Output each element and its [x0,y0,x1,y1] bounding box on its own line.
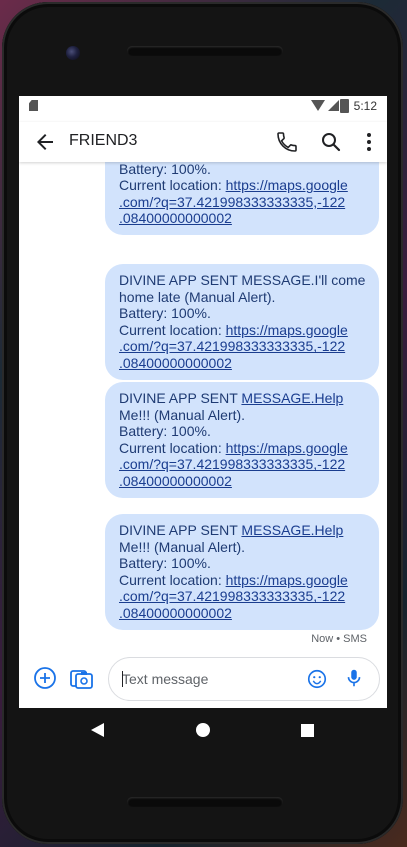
message-line: .com/?q=37.421998333333335,-122 [119,194,365,211]
message-link[interactable]: https://maps.google [226,177,348,193]
message-link[interactable]: MESSAGE.Help [241,390,343,406]
message-text: Me!!! (Manual Alert). [119,538,246,555]
message-line: DIVINE APP SENT MESSAGE.I'll come [119,272,365,289]
message-text: DIVINE APP SENT MESSAGE.I'll come [119,272,366,288]
emoji-icon[interactable] [306,668,328,690]
more-options-icon[interactable] [357,130,381,154]
message-line: Me!!! (Manual Alert). [119,407,365,424]
signal-icon [328,100,339,111]
message-line: DIVINE APP SENT MESSAGE.Help [119,522,365,539]
nav-back-icon[interactable] [91,723,104,737]
front-camera [66,46,80,60]
message-line: Current location: https://maps.google [119,322,365,339]
message-line: Me!!! (Manual Alert). [119,539,365,556]
message-text: Battery: 100%. [119,305,211,322]
message-line: Battery: 100%. [119,555,365,572]
message-text: Battery: 100%. [119,423,211,440]
message-link[interactable]: https://maps.google [226,322,348,338]
message-link[interactable]: .com/?q=37.421998333333335,-122 [119,588,345,604]
message-timestamp: Now • SMS [311,633,367,645]
message-link[interactable]: .08400000000002 [119,605,232,621]
gallery-icon[interactable] [69,665,95,691]
back-arrow-icon[interactable] [33,130,57,154]
message-text: home late (Manual Alert). [119,288,276,305]
message-line: DIVINE APP SENT MESSAGE.Help [119,390,365,407]
message-line: Current location: https://maps.google [119,177,365,194]
message-input[interactable]: Text message [108,657,380,701]
message-line: .com/?q=37.421998333333335,-122 [119,338,365,355]
composer-bar: Text message [19,650,387,708]
message-text: Battery: 100%. [119,555,211,572]
message-link[interactable]: .08400000000002 [119,355,232,371]
sd-card-icon [29,100,38,111]
message-text: Me!!! (Manual Alert). [119,406,246,423]
add-attachment-icon[interactable] [33,666,57,690]
message-line: .com/?q=37.421998333333335,-122 [119,588,365,605]
message-link[interactable]: .com/?q=37.421998333333335,-122 [119,456,345,472]
message-link[interactable]: .com/?q=37.421998333333335,-122 [119,194,345,210]
message-bubble[interactable]: DIVINE APP SENT MESSAGE.Help Me!!! (Manua… [105,382,379,498]
message-line: Battery: 100%. [119,161,365,178]
message-line: Current location: https://maps.google [119,440,365,457]
nav-home-icon[interactable] [196,723,210,737]
earpiece-speaker [127,46,283,56]
message-line: .com/?q=37.421998333333335,-122 [119,456,365,473]
message-line: Current location: https://maps.google [119,572,365,589]
message-line: Battery: 100%. [119,305,365,322]
app-bar: FRIEND3 [19,122,387,162]
microphone-icon[interactable] [343,667,365,689]
message-link[interactable]: .08400000000002 [119,210,232,226]
message-text: Current location: [119,439,226,456]
message-list[interactable]: home late (Manual Alert).Battery: 100%.C… [19,96,387,656]
message-text: Current location: [119,177,226,194]
message-link[interactable]: .08400000000002 [119,473,232,489]
screen: home late (Manual Alert).Battery: 100%.C… [19,96,387,708]
message-line: .08400000000002 [119,473,365,490]
nav-recents-icon[interactable] [301,724,314,737]
message-line: .08400000000002 [119,605,365,622]
conversation-title: FRIEND3 [69,132,138,149]
message-link[interactable]: MESSAGE.Help [241,522,343,538]
message-text: DIVINE APP SENT [119,522,242,538]
text-cursor [122,671,123,687]
message-link[interactable]: .com/?q=37.421998333333335,-122 [119,338,345,354]
message-bubble[interactable]: DIVINE APP SENT MESSAGE.Help Me!!! (Manua… [105,514,379,630]
message-text: DIVINE APP SENT [119,390,242,406]
message-text: Battery: 100%. [119,160,211,177]
navigation-bar [19,708,387,754]
message-input-placeholder: Text message [122,671,209,687]
message-link[interactable]: https://maps.google [226,440,348,456]
message-text: Current location: [119,321,226,338]
bottom-speaker [127,797,283,807]
status-time: 5:12 [353,99,377,113]
message-text: Current location: [119,571,226,588]
battery-icon [340,99,349,113]
status-bar: 5:12 [19,96,387,116]
message-link[interactable]: https://maps.google [226,572,348,588]
message-line: Battery: 100%. [119,423,365,440]
message-line: home late (Manual Alert). [119,289,365,306]
search-icon[interactable] [319,130,343,154]
call-icon[interactable] [275,130,299,154]
message-bubble[interactable]: DIVINE APP SENT MESSAGE.I'll come home la… [105,264,379,380]
message-line: .08400000000002 [119,355,365,372]
wifi-icon [311,100,325,111]
message-line: .08400000000002 [119,210,365,227]
